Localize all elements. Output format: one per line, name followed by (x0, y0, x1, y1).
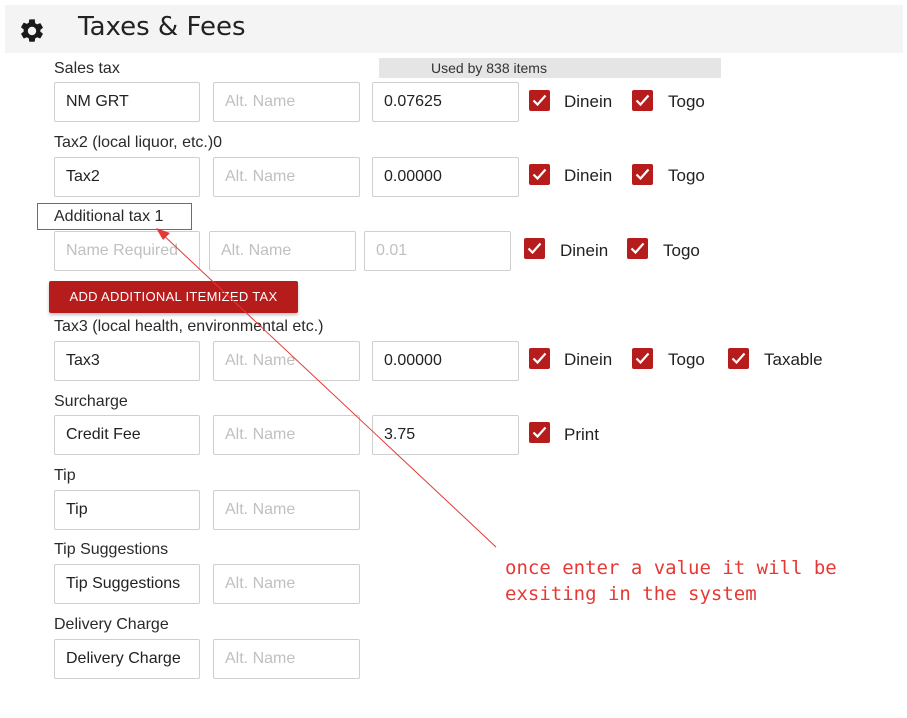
annotation-line-1: once enter a value it will be (505, 557, 837, 579)
annotation-line-2: exsiting in the system (505, 583, 757, 605)
annotation-note: once enter a value it will be exsiting i… (505, 555, 837, 607)
annotation-arrow (156, 228, 497, 548)
